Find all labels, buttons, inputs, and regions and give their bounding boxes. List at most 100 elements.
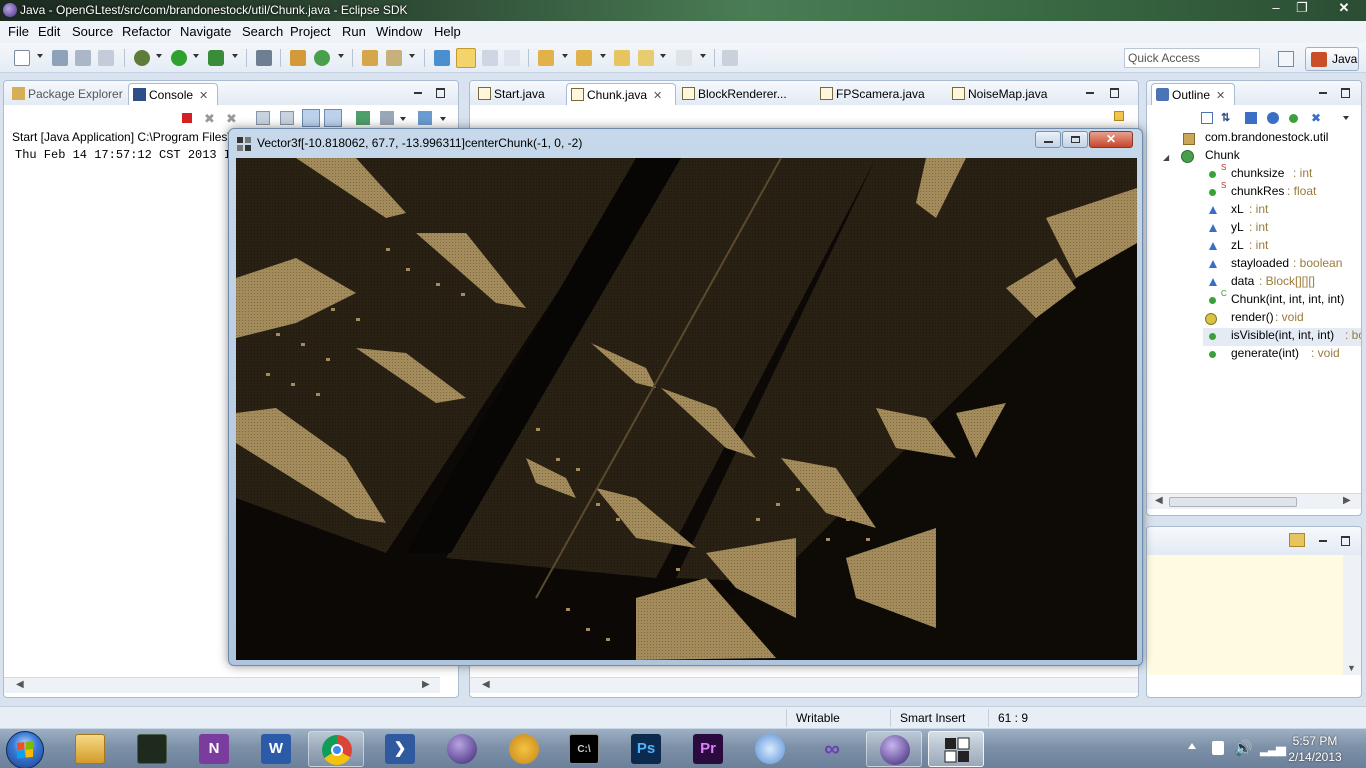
taskbar-lwjgl[interactable]	[928, 731, 984, 767]
taskbar-onenote[interactable]: N	[186, 731, 242, 767]
hide-non-public-icon[interactable]	[1289, 114, 1298, 123]
chevron-down-icon[interactable]	[409, 54, 415, 58]
opengl-close-button[interactable]: ✕	[1089, 131, 1133, 148]
new-console-icon[interactable]	[418, 111, 432, 125]
opengl-window[interactable]: Vector3f[-10.818062, 67.7, -13.996311]ce…	[228, 128, 1143, 666]
minimize-view-icon[interactable]	[412, 86, 424, 98]
taskbar-word[interactable]: W	[248, 731, 304, 767]
maximize-button[interactable]: ❐	[1289, 0, 1315, 18]
hide-static-icon[interactable]	[1267, 112, 1279, 124]
taskbar-eclipse[interactable]	[434, 731, 490, 767]
close-icon[interactable]: ✕	[199, 89, 208, 102]
maximize-view-icon[interactable]	[1339, 534, 1351, 546]
menu-window[interactable]: Window	[376, 24, 422, 39]
toggle-mark-occurrences-icon[interactable]	[434, 50, 450, 66]
chevron-down-icon[interactable]	[1343, 116, 1349, 120]
forward-icon[interactable]	[676, 50, 692, 66]
open-console-icon[interactable]	[356, 111, 370, 125]
run-icon[interactable]	[171, 50, 187, 66]
taskbar-visual-studio[interactable]: ∞	[804, 731, 860, 767]
chevron-down-icon[interactable]	[37, 54, 43, 58]
chevron-down-icon[interactable]	[400, 117, 406, 121]
menu-refactor[interactable]: Refactor	[122, 24, 171, 39]
remove-all-icon[interactable]: ✖	[226, 111, 237, 127]
chevron-down-icon[interactable]	[700, 54, 706, 58]
show-hidden-icons-icon[interactable]	[1188, 743, 1196, 749]
console-horizontal-scrollbar[interactable]: ◀ ▶	[4, 677, 440, 693]
scroll-left-icon[interactable]: ◀	[1155, 495, 1163, 506]
taskbar-command-prompt[interactable]: C:\	[556, 731, 612, 767]
print-icon[interactable]	[98, 50, 114, 66]
outline-horizontal-scrollbar[interactable]: ◀ ▶	[1147, 493, 1361, 509]
chevron-down-icon[interactable]	[232, 54, 238, 58]
block-selection-icon[interactable]	[482, 50, 498, 66]
menu-navigate[interactable]: Navigate	[180, 24, 231, 39]
close-button[interactable]: ✕	[1326, 0, 1362, 18]
previous-annotation-icon[interactable]	[576, 50, 592, 66]
chevron-down-icon[interactable]	[193, 54, 199, 58]
scroll-left-icon[interactable]: ◀	[482, 679, 490, 690]
opengl-maximize-button[interactable]	[1062, 131, 1088, 148]
taskbar-eclipse-sdk[interactable]	[866, 731, 922, 767]
editor-horizontal-scrollbar[interactable]: ◀ ▶	[470, 677, 1138, 693]
menu-project[interactable]: Project	[290, 24, 330, 39]
save-all-icon[interactable]	[75, 50, 91, 66]
vertical-scrollbar[interactable]: ▼	[1343, 555, 1361, 675]
opengl-render-canvas[interactable]	[236, 158, 1137, 660]
remove-launch-icon[interactable]: ✖	[204, 111, 215, 127]
hide-fields-icon[interactable]	[1245, 112, 1257, 124]
scroll-lock-icon[interactable]	[256, 111, 270, 125]
external-tools-icon[interactable]	[208, 50, 224, 66]
open-type-icon[interactable]	[362, 50, 378, 66]
menu-help[interactable]: Help	[434, 24, 461, 39]
skip-breakpoints-icon[interactable]	[256, 50, 272, 66]
taskbar-fl-studio[interactable]	[496, 731, 552, 767]
quick-access-input[interactable]: Quick Access	[1124, 48, 1260, 68]
tab-start-java[interactable]: Start.java	[474, 83, 545, 105]
open-perspective-icon[interactable]	[1278, 51, 1294, 67]
volume-icon[interactable]: 🔊	[1234, 739, 1253, 757]
next-annotation-icon[interactable]	[538, 50, 554, 66]
scrollbar-thumb[interactable]	[1169, 497, 1297, 507]
save-icon[interactable]	[52, 50, 68, 66]
minimize-view-icon[interactable]	[1317, 534, 1329, 546]
search-icon[interactable]	[386, 50, 402, 66]
taskbar-chrome[interactable]	[308, 731, 364, 767]
java-perspective-button[interactable]: Java	[1305, 47, 1359, 71]
tab-noisemap-java[interactable]: NoiseMap.java	[948, 83, 1047, 105]
highlight-icon[interactable]	[456, 48, 476, 68]
tab-console[interactable]: Console ✕	[128, 83, 218, 105]
chevron-down-icon[interactable]	[562, 54, 568, 58]
word-wrap-icon[interactable]	[324, 109, 342, 127]
scroll-left-icon[interactable]: ◀	[16, 679, 24, 690]
close-icon[interactable]: ✕	[1216, 89, 1225, 102]
chevron-down-icon[interactable]	[600, 54, 606, 58]
tab-outline[interactable]: Outline ✕	[1151, 83, 1235, 105]
chevron-down-icon[interactable]	[156, 54, 162, 58]
menu-file[interactable]: File	[8, 24, 29, 39]
maximize-view-icon[interactable]	[434, 86, 446, 98]
back-icon[interactable]	[638, 50, 654, 66]
sort-icon[interactable]: ⇅	[1221, 111, 1230, 124]
chevron-down-icon[interactable]	[338, 54, 344, 58]
menu-edit[interactable]: Edit	[38, 24, 60, 39]
taskbar-terminal[interactable]	[124, 731, 180, 767]
expand-triangle-icon[interactable]: ◢	[1163, 153, 1169, 162]
tab-chunk-java[interactable]: Chunk.java ✕	[566, 83, 676, 105]
minimize-view-icon[interactable]	[1317, 86, 1329, 98]
tab-blockrenderer-java[interactable]: BlockRenderer...	[678, 83, 787, 105]
new-package-icon[interactable]	[290, 50, 306, 66]
new-icon[interactable]	[14, 50, 30, 66]
pin-editor-icon[interactable]	[722, 50, 738, 66]
minimize-view-icon[interactable]	[1084, 86, 1096, 98]
start-button[interactable]	[6, 731, 44, 768]
taskbar-skype[interactable]	[742, 731, 798, 767]
display-selected-console-icon[interactable]	[380, 111, 394, 125]
opengl-minimize-button[interactable]	[1035, 131, 1061, 148]
maximize-view-icon[interactable]	[1339, 86, 1351, 98]
show-whitespace-icon[interactable]	[504, 50, 520, 66]
tab-fpscamera-java[interactable]: FPScamera.java	[816, 83, 925, 105]
taskbar-premiere[interactable]: Pr	[680, 731, 736, 767]
minimize-button[interactable]: –	[1263, 0, 1289, 18]
scroll-right-icon[interactable]: ▶	[422, 679, 430, 690]
